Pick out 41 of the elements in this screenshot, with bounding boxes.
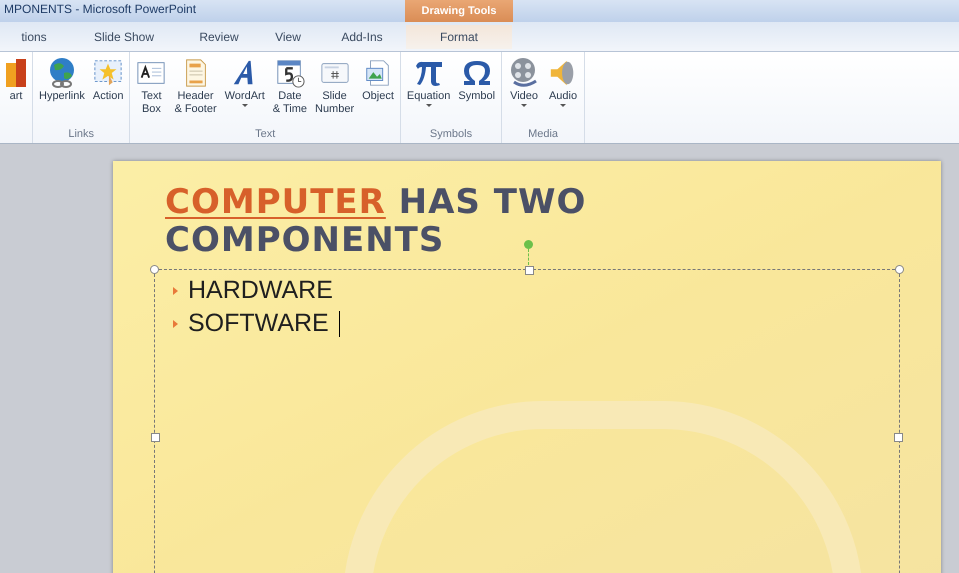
- slide-title: COMPONENTS: [165, 221, 444, 259]
- bullet-icon: [173, 286, 178, 294]
- ribbon-group-label: Links: [68, 127, 94, 142]
- rotate-handle[interactable]: [524, 240, 533, 265]
- ribbon-button[interactable]: WordArt: [222, 56, 268, 124]
- ribbon-button[interactable]: Equation: [404, 56, 454, 124]
- context-tab-group: Drawing Tools: [405, 0, 513, 22]
- ribbon-tab[interactable]: Add-Ins: [318, 24, 406, 48]
- resize-handle[interactable]: [150, 265, 159, 274]
- slide-title: COMPUTER HAS TWO: [165, 183, 586, 221]
- ribbon-button[interactable]: Symbol: [455, 56, 498, 124]
- text-cursor: [338, 310, 340, 336]
- ribbon-group-label: Text: [255, 127, 276, 142]
- ribbon-button[interactable]: Action: [90, 56, 126, 124]
- ribbon-button[interactable]: Text Box: [133, 56, 170, 124]
- ribbon-button[interactable]: Header & Footer: [171, 56, 220, 124]
- ribbon-tab[interactable]: Review: [180, 24, 258, 48]
- window-title: MPONENTS - Microsoft PowerPoint: [3, 1, 198, 18]
- bullet-text: SOFTWARE: [188, 308, 329, 339]
- ribbon-button[interactable]: art: [3, 56, 29, 124]
- ribbon-tab[interactable]: Format: [406, 24, 512, 48]
- ribbon-button[interactable]: Audio: [545, 56, 582, 124]
- ribbon-button[interactable]: Object: [359, 56, 397, 124]
- ribbon-tab[interactable]: tions: [0, 24, 68, 48]
- ribbon-button[interactable]: Video: [505, 56, 544, 124]
- bullet-text: HARDWARE: [188, 274, 333, 306]
- ribbon-button[interactable]: Hyperlink: [36, 56, 88, 124]
- ribbon-group-label: Symbols: [430, 127, 472, 142]
- bullet-icon: [173, 320, 178, 328]
- ribbon-tab[interactable]: Slide Show: [68, 24, 180, 48]
- resize-handle[interactable]: [894, 433, 903, 442]
- resize-handle[interactable]: [525, 266, 534, 275]
- action-icon: [93, 58, 124, 88]
- ribbon-group-label: Media: [528, 127, 558, 142]
- ribbon-button[interactable]: Date & Time: [270, 56, 310, 124]
- resize-handle[interactable]: [151, 433, 160, 442]
- resize-handle[interactable]: [895, 265, 904, 274]
- date-icon: [274, 58, 305, 88]
- ribbon-tab[interactable]: View: [258, 24, 318, 48]
- ribbon-button[interactable]: Slide Number: [312, 56, 358, 124]
- chart-icon: [6, 59, 26, 87]
